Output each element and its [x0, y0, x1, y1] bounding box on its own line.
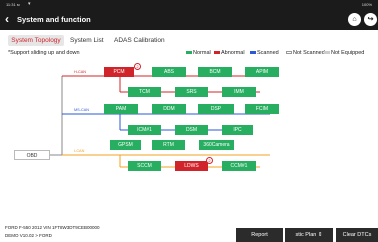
module-apim[interactable]: APIM [245, 67, 279, 77]
module-dsm[interactable]: DSM [175, 125, 208, 135]
clear-dtcs-button[interactable]: Clear DTCs [336, 228, 378, 242]
module-pam[interactable]: PAM [104, 104, 138, 114]
module-tcm[interactable]: TCM [128, 87, 161, 97]
vehicle-info: FORD F-550 2012 VIN 1FT8W3DT9CEB00000 [5, 225, 100, 230]
module-gpsm[interactable]: GPSM [110, 140, 141, 150]
bus-label-mscan: MS-CAN [74, 108, 89, 112]
module-ccm1[interactable]: CCM#1 [222, 161, 256, 171]
obd-port: OBD [14, 150, 50, 160]
software-version: DEMO V10.02 > FORD [5, 233, 52, 238]
module-rtm[interactable]: RTM [152, 140, 185, 150]
module-ipc[interactable]: IPC [222, 125, 253, 135]
diagnostic-plan-button[interactable]: stic Plan ⇕ [285, 228, 333, 242]
module-sccm[interactable]: SCCM [128, 161, 161, 171]
module-imm[interactable]: IMM [222, 87, 256, 97]
topology-diagram [50, 75, 270, 168]
bus-label-hcan: H-CAN [74, 70, 87, 74]
module-pcm[interactable]: PCM [104, 67, 134, 77]
bus-label-ican: I-CAN [74, 149, 85, 153]
report-button[interactable]: Report [236, 228, 283, 242]
module-ldws[interactable]: LDWS [175, 161, 208, 171]
module-icm1[interactable]: ICM#1 [128, 125, 161, 135]
module-fcim[interactable]: FCIM [245, 104, 279, 114]
module-bcm[interactable]: BCM [198, 67, 232, 77]
module-abs[interactable]: ABS [152, 67, 186, 77]
module-dsp[interactable]: DSP [198, 104, 234, 114]
dtc-count-badge: 2 [206, 157, 213, 164]
dtc-count-badge: 2 [134, 63, 141, 70]
module-360camera[interactable]: 360Camera [199, 140, 234, 150]
module-ddm[interactable]: DDM [152, 104, 186, 114]
module-srs[interactable]: SRS [175, 87, 208, 97]
